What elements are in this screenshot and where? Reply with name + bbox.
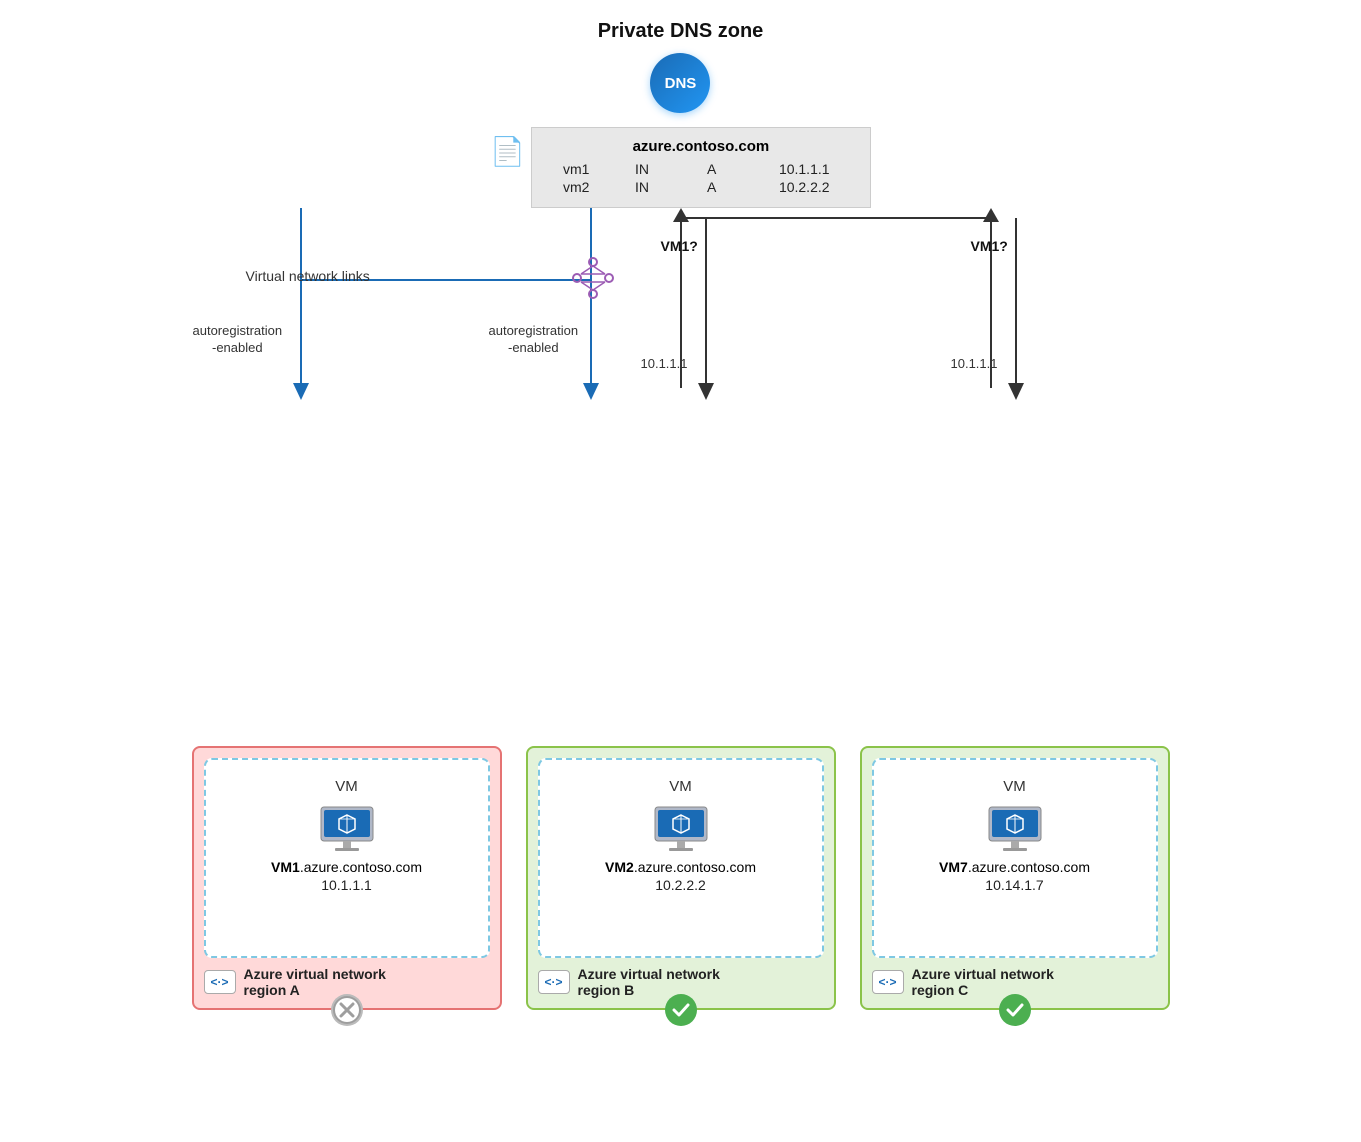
region-b-vm-box: VM VM2.azure.contoso.com 10.2.2.2 <box>538 758 824 958</box>
region-a-vm-name: VM1.azure.contoso.com <box>271 859 422 875</box>
record2-name: vm2 <box>563 179 623 195</box>
middle-section: Virtual network links autoregistration-e… <box>131 208 1231 478</box>
region-c-box: VM VM7.azure.contoso.com 10.14.1.7 <·> <box>860 746 1170 1010</box>
document-icon: 📄 <box>490 135 525 168</box>
record1-type: A <box>707 161 767 177</box>
region-c-vm-box: VM VM7.azure.contoso.com 10.14.1.7 <box>872 758 1158 958</box>
region-c-icon: <·> <box>872 970 904 994</box>
region-c-vm-name: VM7.azure.contoso.com <box>939 859 1090 875</box>
record2-ip: 10.2.2.2 <box>779 179 839 195</box>
region-c-vm-label: VM <box>1003 778 1026 795</box>
region-c-status-badge <box>999 994 1031 1026</box>
region-a-monitor-icon <box>317 805 377 855</box>
dns-record-2: vm2 IN A 10.2.2.2 <box>562 179 840 195</box>
dns-icon: DNS <box>650 53 710 113</box>
record2-class: IN <box>635 179 695 195</box>
vnet-links-icon <box>571 256 615 305</box>
ip-response-label-right: 10.1.1.1 <box>951 356 998 371</box>
region-b-monitor-icon <box>651 805 711 855</box>
dns-zone-title: Private DNS zone <box>598 20 764 43</box>
autoregistration-label-left: autoregistration-enabled <box>193 323 283 357</box>
region-b-status-badge <box>665 994 697 1026</box>
record2-type: A <box>707 179 767 195</box>
region-a-icon: <·> <box>204 970 236 994</box>
region-a-vm-box: VM VM1.azure.contoso.com <box>204 758 490 958</box>
region-b-box: VM VM2.azure.contoso.com 10.2.2.2 <·> A <box>526 746 836 1010</box>
region-c-monitor-icon <box>985 805 1045 855</box>
dns-record-1: vm1 IN A 10.1.1.1 <box>562 161 840 177</box>
vnet-links-label: Virtual network links <box>246 268 370 284</box>
region-a-name: Azure virtual networkregion A <box>244 966 386 998</box>
regions-row: VM VM1.azure.contoso.com <box>192 746 1170 1010</box>
region-c-vm-ip: 10.14.1.7 <box>985 877 1043 893</box>
vm1-query-label-right: VM1? <box>971 238 1008 254</box>
region-a-box: VM VM1.azure.contoso.com <box>192 746 502 1010</box>
dns-records-box: azure.contoso.com vm1 IN A 10.1.1.1 vm2 … <box>531 127 871 208</box>
region-a-vm-ip: 10.1.1.1 <box>321 877 372 893</box>
vm1-query-label-center: VM1? <box>661 238 698 254</box>
dns-records-wrapper: 📄 azure.contoso.com vm1 IN A 10.1.1.1 vm… <box>490 127 871 208</box>
region-b-name: Azure virtual networkregion B <box>578 966 720 998</box>
dns-header: Private DNS zone DNS <box>598 20 764 123</box>
ip-response-label-center: 10.1.1.1 <box>641 356 688 371</box>
diagram-container: Private DNS zone DNS 📄 azure.contoso.com… <box>0 0 1361 1142</box>
region-b-vm-ip: 10.2.2.2 <box>655 877 706 893</box>
autoregistration-label-center: autoregistration-enabled <box>489 323 579 357</box>
record1-class: IN <box>635 161 695 177</box>
region-a-status-badge <box>331 994 363 1026</box>
region-b-icon: <·> <box>538 970 570 994</box>
record1-ip: 10.1.1.1 <box>779 161 839 177</box>
dns-domain: azure.contoso.com <box>562 138 840 155</box>
region-b-vm-name: VM2.azure.contoso.com <box>605 859 756 875</box>
record1-name: vm1 <box>563 161 623 177</box>
region-a-vm-label: VM <box>335 778 358 795</box>
region-c-name: Azure virtual networkregion C <box>912 966 1054 998</box>
region-b-vm-label: VM <box>669 778 692 795</box>
